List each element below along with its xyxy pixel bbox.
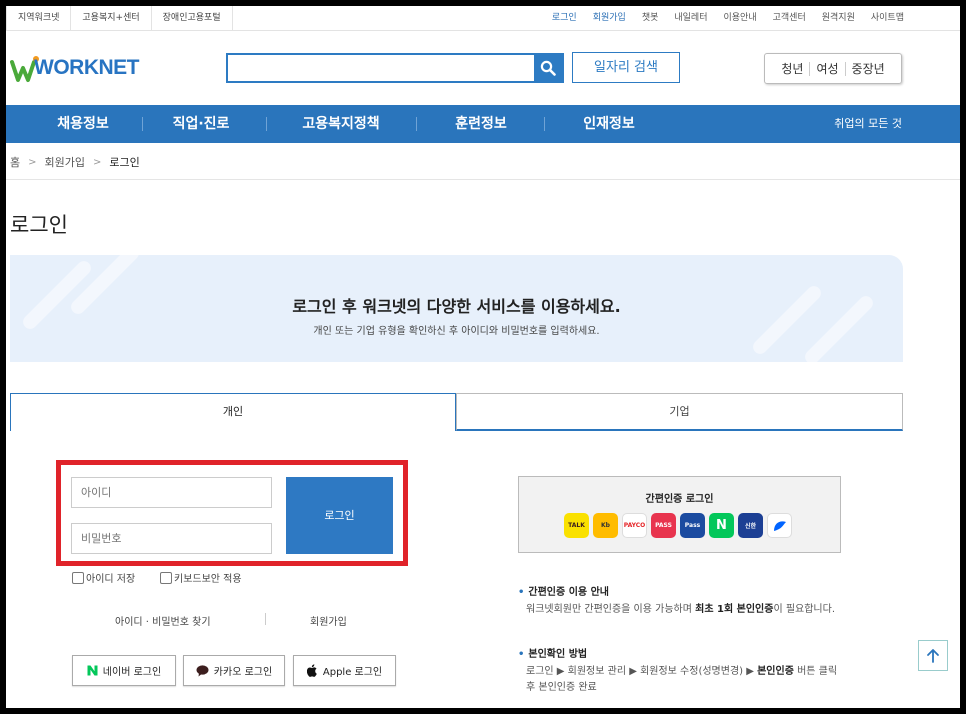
samsung-pass-auth-icon[interactable]: Pass (680, 513, 705, 538)
nav-career[interactable]: 직업·진로 (146, 105, 256, 143)
target-youth[interactable]: 청년 (775, 62, 809, 76)
nav-divider (266, 117, 267, 131)
nav-employment-welfare[interactable]: 고용복지정책 (276, 105, 406, 143)
util-link-customer-center[interactable]: 고객센터 (773, 6, 806, 31)
password-input[interactable] (71, 523, 272, 554)
utility-bar: 지역워크넷 고용복지+센터 장애인고용포털 로그인 회원가입 챗봇 내일레터 이… (6, 6, 960, 31)
login-button[interactable]: 로그인 (286, 477, 393, 554)
toss-auth-icon[interactable] (767, 513, 792, 538)
join-link[interactable]: 회원가입 (310, 613, 347, 628)
naver-login-button[interactable]: 네이버 로그인 (72, 655, 176, 686)
breadcrumb-join[interactable]: 회원가입 (45, 154, 85, 170)
tab-company[interactable]: 기업 (456, 393, 903, 431)
keyboard-security-label: 키보드보안 적용 (174, 574, 242, 585)
nav-divider (544, 117, 545, 131)
arrow-up-icon (927, 648, 939, 663)
search-button[interactable] (534, 55, 562, 81)
apple-login-label: Apple 로그인 (322, 667, 383, 678)
easy-auth-title: 간편인증 로그인 (645, 494, 714, 505)
divider (6, 179, 960, 180)
kakao-speech-bubble-icon (196, 664, 209, 677)
chevron-right-icon: > (93, 156, 102, 168)
guide-text-emphasis: 최초 1회 본인인증 (695, 604, 774, 615)
main-navigation: 채용정보 직업·진로 고용복지정책 훈련정보 인재정보 취업의 모든 것 (6, 105, 960, 143)
apple-icon (306, 664, 318, 677)
checkbox-icon (160, 571, 172, 584)
util-link-chatbot[interactable]: 챗봇 (642, 6, 659, 31)
apple-login-button[interactable]: Apple 로그인 (293, 655, 396, 686)
identity-method-text: 로그인 ▶ 회원정보 관리 ▶ 회원정보 수정(성명변경) ▶ 본인인증 버튼 … (526, 664, 844, 696)
search-input[interactable] (228, 55, 534, 81)
target-middle-aged[interactable]: 중장년 (844, 61, 891, 76)
method-text-part: 로그인 ▶ 회원정보 관리 ▶ 회원정보 수정(성명변경) ▶ (526, 666, 758, 677)
info-banner: 로그인 후 워크넷의 다양한 서비스를 이용하세요. 개인 또는 기업 유형을 … (10, 255, 903, 362)
kb-auth-icon[interactable]: Kb (593, 513, 618, 538)
payco-auth-icon[interactable]: PAYCO (622, 513, 647, 538)
divider (265, 613, 266, 625)
page-title: 로그인 (10, 213, 68, 237)
easy-auth-guide-heading: 간편인증 이용 안내 (518, 583, 609, 598)
util-link-letter[interactable]: 내일레터 (674, 6, 707, 31)
naver-icon (87, 665, 98, 676)
target-women[interactable]: 여성 (809, 61, 844, 76)
naver-auth-icon[interactable]: N (709, 513, 734, 538)
nav-recruitment[interactable]: 채용정보 (28, 105, 138, 143)
util-link-regional[interactable]: 지역워크넷 (6, 6, 72, 31)
job-search-button[interactable]: 일자리 검색 (572, 52, 680, 83)
keyboard-security-checkbox[interactable]: 키보드보안 적용 (160, 570, 242, 585)
identity-method-heading: 본인확인 방법 (518, 645, 587, 660)
util-link-disability-portal[interactable]: 장애인고용포털 (152, 6, 233, 31)
scroll-to-top-button[interactable] (918, 640, 948, 671)
browser-viewport: 지역워크넷 고용복지+센터 장애인고용포털 로그인 회원가입 챗봇 내일레터 이… (6, 6, 960, 708)
method-text-emphasis: 본인인증 (757, 666, 794, 677)
breadcrumb: 홈 > 회원가입 > 로그인 (10, 154, 140, 170)
util-link-login[interactable]: 로그인 (552, 6, 577, 31)
util-link-remote-support[interactable]: 원격지원 (822, 6, 855, 31)
logo-text: WORKNET (34, 56, 140, 79)
nav-divider (416, 117, 417, 131)
breadcrumb-home[interactable]: 홈 (10, 154, 20, 170)
checkbox-icon (72, 571, 84, 584)
kakao-talk-auth-icon[interactable]: TALK (564, 513, 589, 538)
save-id-label: 아이디 저장 (86, 574, 136, 585)
easy-auth-panel: 간편인증 로그인 TALK Kb PAYCO PASS Pass N 신한 (518, 476, 841, 553)
util-link-sitemap[interactable]: 사이트맵 (871, 6, 904, 31)
util-link-guide[interactable]: 이용안내 (724, 6, 757, 31)
banner-title: 로그인 후 워크넷의 다양한 서비스를 이용하세요. (292, 297, 621, 316)
nav-divider (142, 117, 143, 131)
chevron-right-icon: > (28, 156, 37, 168)
search-icon (540, 60, 556, 76)
worknet-logo[interactable]: WORKNET (10, 54, 140, 84)
util-link-welfare-center[interactable]: 고용복지+센터 (71, 6, 152, 31)
guide-text-part: 워크넷회원만 간편인증을 이용 가능하며 (526, 604, 696, 615)
banner-subtitle: 개인 또는 기업 유형을 확인하신 후 아이디와 비밀번호를 입력하세요. (313, 326, 600, 337)
nav-talent[interactable]: 인재정보 (554, 105, 664, 143)
pass-auth-icon[interactable]: PASS (651, 513, 676, 538)
tab-individual[interactable]: 개인 (10, 393, 456, 431)
id-input[interactable] (71, 477, 272, 508)
naver-login-label: 네이버 로그인 (102, 667, 162, 678)
shinhan-auth-icon[interactable]: 신한 (738, 513, 763, 538)
nav-training[interactable]: 훈련정보 (426, 105, 536, 143)
search-box (226, 53, 564, 83)
kakao-login-button[interactable]: 카카오 로그인 (183, 655, 285, 686)
easy-auth-guide-text: 워크넷회원만 간편인증을 이용 가능하며 최초 1회 본인인증이 필요합니다. (526, 602, 844, 618)
guide-text-part: 이 필요합니다. (773, 604, 836, 615)
nav-all-menu[interactable]: 취업의 모든 것 (834, 105, 902, 143)
target-group-selector: 청년 여성 중장년 (764, 53, 902, 84)
easy-auth-providers: TALK Kb PAYCO PASS Pass N 신한 (564, 513, 796, 538)
kakao-login-label: 카카오 로그인 (213, 667, 273, 678)
save-id-checkbox[interactable]: 아이디 저장 (72, 570, 135, 585)
breadcrumb-current: 로그인 (109, 156, 140, 169)
util-link-join[interactable]: 회원가입 (593, 6, 626, 31)
find-id-password-link[interactable]: 아이디 · 비밀번호 찾기 (115, 613, 211, 628)
